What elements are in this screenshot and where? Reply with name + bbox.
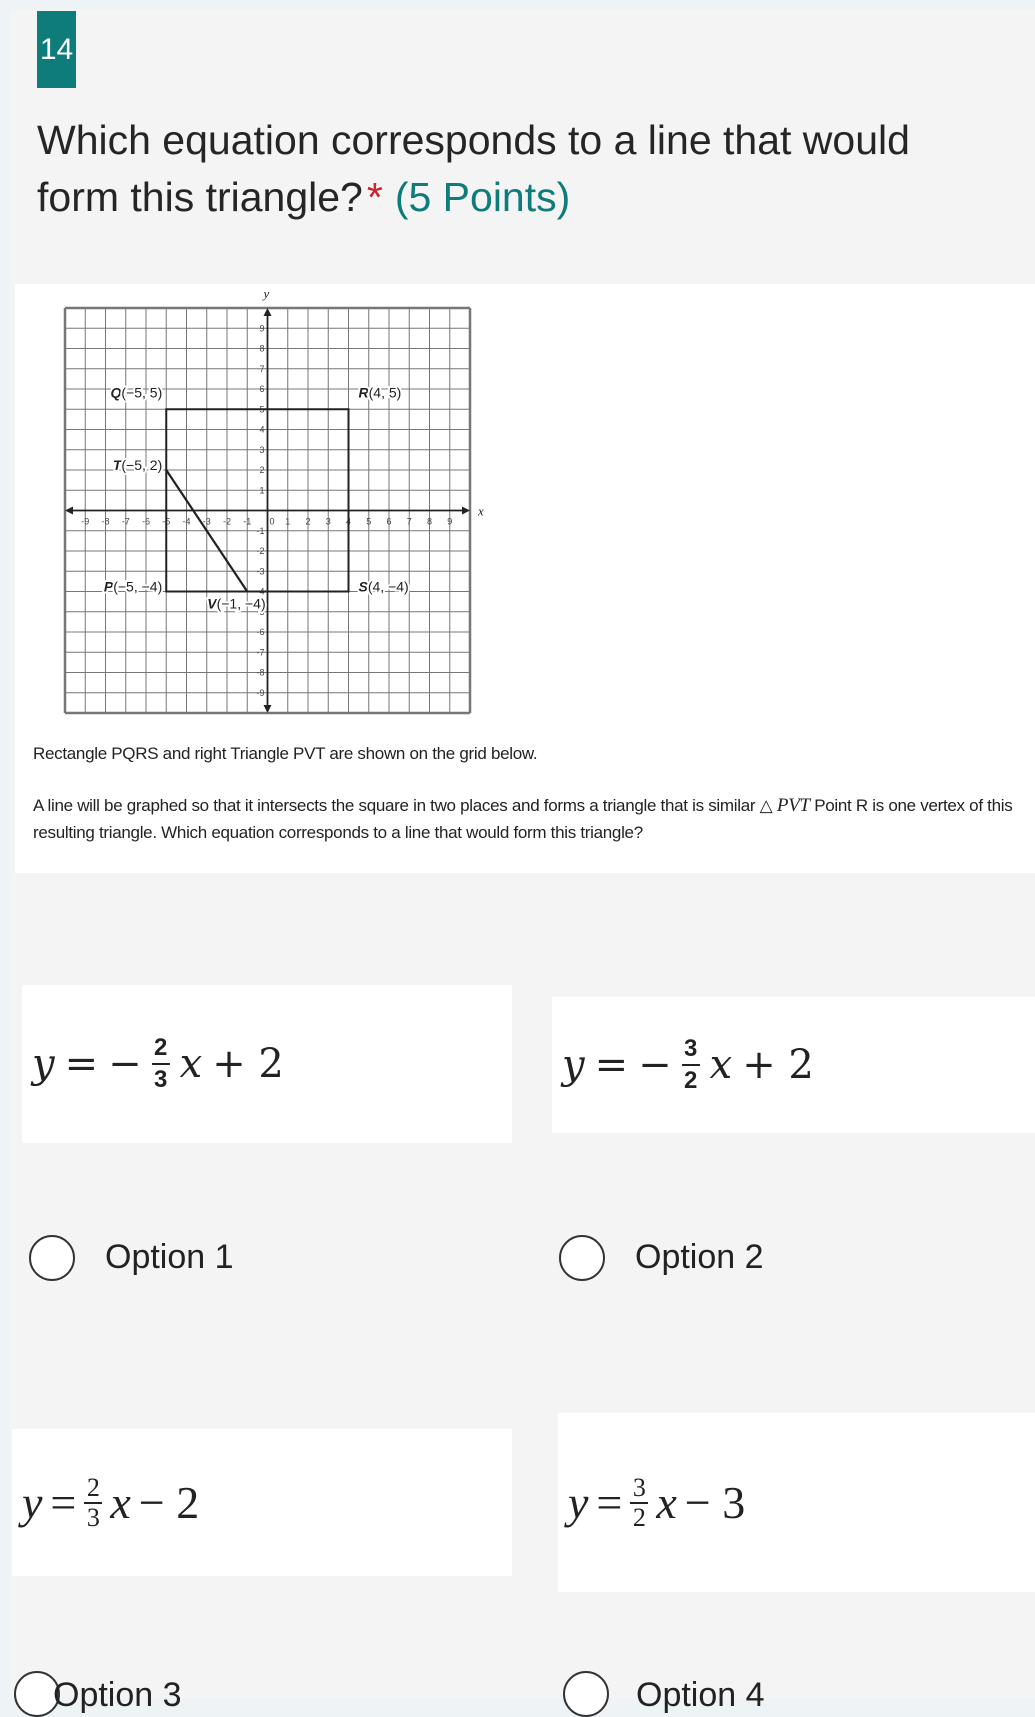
eq-denominator: 3 [153,1066,168,1093]
x-tick-label: 6 [386,517,391,527]
option-3-equation: y = 23 x − 2 [12,1472,200,1532]
eq-variable: x [179,1041,203,1087]
eq-fraction: 32 [630,1472,649,1532]
eq-numerator: 2 [153,1034,168,1061]
eq-denominator: 2 [683,1067,698,1094]
x-tick-label: -1 [243,517,251,527]
eq-equals: = [594,1042,629,1088]
x-tick-label: 3 [326,517,331,527]
coordinate-grid: xy-9-9-8-8-7-7-6-6-5-5-4-4-3-3-2-2-1-111… [63,286,484,715]
option-3-image: y = 23 x − 2 [12,1429,512,1576]
option-1-radio[interactable] [29,1235,75,1281]
eq-variable: x [656,1477,677,1528]
description-line-1: Rectangle PQRS and right Triangle PVT ar… [33,744,538,763]
y-tick-label: 2 [259,465,264,475]
x-tick-label: -7 [122,517,130,527]
eq-numerator: 3 [683,1035,698,1062]
x-tick-label: -2 [223,517,231,527]
option-4-image: y = 32 x − 3 [558,1413,1035,1592]
point-label-s: S(4, −4) [359,579,409,595]
eq-constant: − 3 [684,1477,746,1528]
y-tick-label: 8 [259,344,264,354]
eq-fraction: 23 [84,1472,103,1532]
description-paragraph: A line will be graphed so that it inters… [33,792,1023,846]
option-2-label[interactable]: Option 2 [635,1238,764,1277]
option-2-image: y = − 32 x + 2 [552,997,1035,1133]
eq-fraction: 32 [681,1035,700,1094]
x-tick-label: 2 [305,517,310,527]
y-tick-label: 4 [259,425,264,435]
eq-sign: − [638,1042,672,1088]
y-tick-label: 6 [259,384,264,394]
eq-equals: = [50,1477,77,1528]
y-tick-label: -8 [256,668,264,678]
eq-lhs: y [32,1041,55,1087]
eq-denominator: 3 [86,1502,100,1532]
x-tick-label: -9 [81,517,89,527]
eq-equals: = [596,1477,623,1528]
x-tick-label: -8 [101,517,109,527]
point-label-p: P(−5, −4) [104,579,162,595]
x-tick-label: 9 [447,517,452,527]
description-text: A line will be graphed so that it inters… [33,796,773,815]
eq-denominator: 2 [632,1502,646,1532]
x-tick-label: 1 [285,517,290,527]
eq-lhs: y [562,1042,585,1088]
question-number-badge: 14 [37,11,76,88]
eq-sign: − [108,1041,142,1087]
y-tick-label: -2 [256,546,264,556]
point-label-v: V(−1, −4) [207,596,265,612]
x-tick-label: -6 [142,517,150,527]
y-tick-label: -6 [256,627,264,637]
y-tick-label: 9 [259,323,264,333]
x-tick-label: 5 [366,517,371,527]
option-1-image: y = − 23 x + 2 [22,985,512,1143]
triangle-name: PVT [776,795,810,816]
rectangle-pqrs [165,408,350,593]
y-tick-label: 1 [259,485,264,495]
option-1-label[interactable]: Option 1 [105,1238,234,1277]
option-4-radio[interactable] [563,1671,609,1717]
eq-numerator: 2 [86,1472,100,1502]
option-2-radio[interactable] [559,1235,605,1281]
option-3-label[interactable]: Option 3 [53,1676,182,1715]
origin-label: 0 [270,517,275,527]
eq-fraction: 23 [151,1034,170,1093]
option-4-label[interactable]: Option 4 [636,1676,765,1715]
eq-lhs: y [22,1477,43,1528]
x-tick-label: 8 [427,517,432,527]
y-tick-label: 7 [259,364,264,374]
eq-equals: = [64,1041,99,1087]
option-1-equation: y = − 23 x + 2 [22,1035,284,1093]
point-label-r: R(4, 5) [359,384,402,400]
question-title: Which equation corresponds to a line tha… [37,112,937,226]
y-tick-label: -9 [256,688,264,698]
eq-constant: − 2 [138,1477,200,1528]
eq-lhs: y [568,1477,589,1528]
y-axis-label: y [262,286,270,301]
eq-constant: + 2 [212,1041,284,1087]
y-tick-label: 3 [259,445,264,455]
y-tick-label: -7 [256,647,264,657]
option-2-equation: y = − 32 x + 2 [552,1036,814,1094]
point-label-q: Q(−5, 5) [111,384,163,400]
points-label: (5 Points) [394,174,571,220]
required-mark: * [366,174,383,220]
x-tick-label: -4 [182,517,190,527]
question-image: x y -9 -9 -8 -8 -7 -7 -6 -6 -5 -5 -4 -4 -3 -3 -2 -2 -1 -1 1 1… [15,284,1035,873]
point-label-t: T(−5, 2) [113,457,162,473]
y-tick-label: -1 [256,526,264,536]
eq-constant: + 2 [742,1042,814,1088]
x-axis-label: x [477,504,484,519]
eq-numerator: 3 [632,1472,646,1502]
y-tick-label: -3 [256,566,264,576]
option-4-equation: y = 32 x − 3 [558,1472,746,1532]
eq-variable: x [709,1042,733,1088]
x-tick-label: 7 [407,517,412,527]
eq-variable: x [110,1477,131,1528]
